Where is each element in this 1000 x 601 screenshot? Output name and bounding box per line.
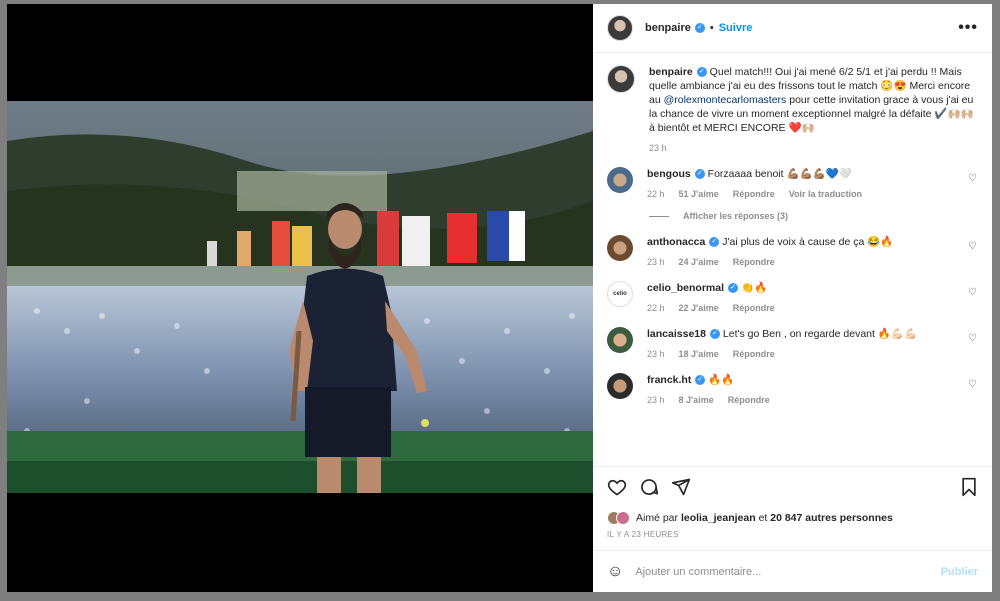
caption-time[interactable]: 23 h	[649, 141, 667, 155]
comment-time[interactable]: 23 h	[647, 255, 665, 269]
verified-icon: ✓	[709, 237, 720, 248]
reply-button[interactable]: Répondre	[733, 301, 775, 315]
comment-username[interactable]: anthonacca	[647, 236, 705, 248]
liker-username[interactable]: leolia_jeanjean	[681, 512, 756, 524]
comment-time[interactable]: 22 h	[647, 301, 665, 315]
celio-logo-text: celio	[613, 291, 627, 297]
caption: benpaire ✓ Quel match!!! Oui j'ai mené 6/…	[607, 65, 978, 155]
likes-prefix: Aimé par	[636, 512, 681, 524]
reply-button[interactable]: Répondre	[733, 255, 775, 269]
bookmark-icon[interactable]	[960, 477, 978, 502]
share-icon[interactable]	[671, 477, 691, 502]
comment-row: lancaisse18 ✓ Let's go Ben , on regarde d…	[607, 327, 978, 361]
follow-button[interactable]: Suivre	[719, 22, 753, 34]
post-media	[7, 4, 593, 592]
comment-row: anthonacca ✓ J'ai plus de voix à cause de…	[607, 235, 978, 269]
like-icon[interactable]	[607, 477, 627, 502]
comment-likes[interactable]: 8 J'aime	[679, 393, 714, 407]
likes-middle: et	[755, 512, 771, 524]
likes-count[interactable]: 20 847 autres personnes	[770, 512, 893, 524]
author-avatar[interactable]	[607, 15, 633, 41]
comment-likes[interactable]: 24 J'aime	[679, 255, 719, 269]
commenter-avatar[interactable]	[607, 167, 633, 193]
comment-row: bengous ✓ Forzaaaa benoit 💪🏽💪🏽💪🏽💙🤍 22 h 5…	[607, 167, 978, 201]
view-replies-button[interactable]: Afficher les réponses (3)	[649, 211, 978, 221]
post-panel: benpaire ✓ • Suivre ••• benpaire ✓ Quel m…	[593, 4, 992, 592]
comment-text: Forzaaaa benoit 💪🏽💪🏽💪🏽💙🤍	[707, 168, 852, 180]
post-header: benpaire ✓ • Suivre •••	[593, 4, 992, 53]
publish-button[interactable]: Publier	[941, 566, 978, 578]
comment-time[interactable]: 22 h	[647, 187, 665, 201]
reply-button[interactable]: Répondre	[733, 347, 775, 361]
comment-input[interactable]	[635, 565, 941, 578]
verified-icon: ✓	[695, 375, 706, 386]
comment-username[interactable]: celio_benormal	[647, 282, 724, 294]
comment-text: J'ai plus de voix à cause de ça 😂🔥	[722, 236, 894, 248]
verified-icon: ✓	[728, 283, 739, 294]
comment-username[interactable]: lancaisse18	[647, 328, 706, 340]
post-modal: benpaire ✓ • Suivre ••• benpaire ✓ Quel m…	[7, 4, 992, 592]
caption-mention[interactable]: @rolexmontecarlomasters	[664, 94, 787, 106]
emoji-icon[interactable]: ☺	[607, 563, 623, 581]
comments-list[interactable]: benpaire ✓ Quel match!!! Oui j'ai mené 6/…	[593, 53, 992, 466]
comment-time[interactable]: 23 h	[647, 393, 665, 407]
comment-time[interactable]: 23 h	[647, 347, 665, 361]
comment-row: celio celio_benormal ✓ 👏🔥 22 h 22 J'aime …	[607, 281, 978, 315]
reply-button[interactable]: Répondre	[733, 187, 775, 201]
verified-icon: ✓	[696, 67, 707, 78]
caption-username[interactable]: benpaire	[649, 66, 693, 78]
comment-text: 👏🔥	[740, 282, 768, 294]
post-actions: Aimé par leolia_jeanjean et 20 847 autre…	[593, 466, 992, 550]
author-username[interactable]: benpaire	[645, 22, 691, 34]
more-options-icon[interactable]: •••	[958, 19, 978, 37]
commenter-avatar[interactable]	[607, 373, 633, 399]
caption-avatar[interactable]	[607, 65, 635, 93]
tennis-player-photo	[7, 101, 593, 493]
likes-summary: Aimé par leolia_jeanjean et 20 847 autre…	[607, 511, 978, 525]
comment-text: Let's go Ben , on regarde devant 🔥💪🏻💪🏻	[722, 328, 918, 340]
comment-username[interactable]: franck.ht	[647, 374, 691, 386]
like-comment-icon[interactable]: ♡	[968, 173, 978, 184]
verified-icon: ✓	[694, 23, 705, 33]
comment-likes[interactable]: 51 J'aime	[679, 187, 719, 201]
like-comment-icon[interactable]: ♡	[968, 241, 978, 252]
liker-avatar[interactable]	[616, 511, 630, 525]
verified-icon: ✓	[709, 329, 720, 340]
commenter-avatar[interactable]	[607, 235, 633, 261]
like-comment-icon[interactable]: ♡	[968, 287, 978, 298]
comment-username[interactable]: bengous	[647, 168, 691, 180]
post-photo[interactable]	[7, 101, 593, 493]
translate-button[interactable]: Voir la traduction	[789, 187, 862, 201]
comment-likes[interactable]: 18 J'aime	[679, 347, 719, 361]
comment-likes[interactable]: 22 J'aime	[679, 301, 719, 315]
separator-dot: •	[709, 22, 714, 34]
commenter-avatar[interactable]: celio	[607, 281, 633, 307]
comment-icon[interactable]	[639, 477, 659, 502]
commenter-avatar[interactable]	[607, 327, 633, 353]
reply-button[interactable]: Répondre	[728, 393, 770, 407]
like-comment-icon[interactable]: ♡	[968, 379, 978, 390]
verified-icon: ✓	[694, 169, 705, 180]
like-comment-icon[interactable]: ♡	[968, 333, 978, 344]
post-time-ago[interactable]: IL Y A 23 HEURES	[607, 530, 978, 539]
comment-row: franck.ht ✓ 🔥🔥 23 h 8 J'aime Répondre ♡	[607, 373, 978, 407]
add-comment-bar: ☺ Publier	[593, 550, 992, 592]
comment-text: 🔥🔥	[708, 374, 735, 386]
